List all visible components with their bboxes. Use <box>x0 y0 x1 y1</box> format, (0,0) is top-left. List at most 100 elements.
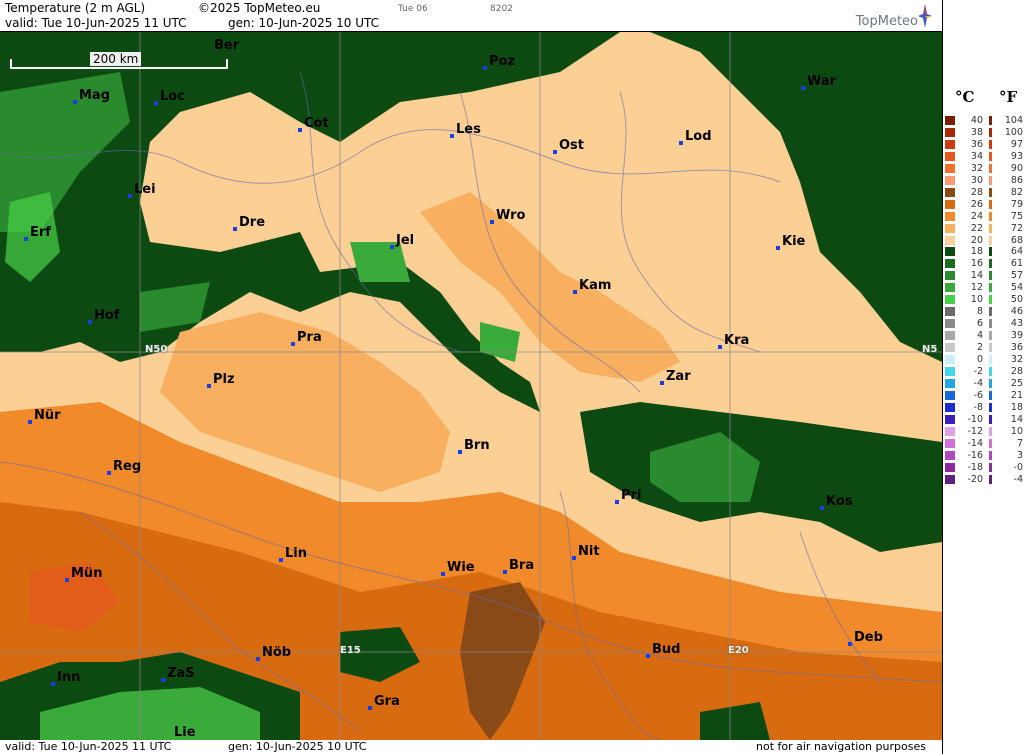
legend-swatch <box>945 283 955 293</box>
legend-swatch-f <box>989 474 992 484</box>
legend-swatch <box>945 116 955 125</box>
city-erf[interactable]: Erf <box>24 225 51 241</box>
city-ost[interactable]: Ost <box>553 138 584 154</box>
city-kos[interactable]: Kos <box>820 494 853 510</box>
city-lie[interactable]: Lie <box>174 725 196 740</box>
legend-celsius-label: -14 <box>967 437 983 449</box>
legend-celsius-label: -4 <box>973 377 983 389</box>
city-lod[interactable]: Lod <box>679 129 712 145</box>
city-les[interactable]: Les <box>450 122 481 138</box>
brand-name: TopMeteo <box>855 14 918 29</box>
city-nit[interactable]: Nit <box>572 544 600 560</box>
header-bar: Temperature (2 m AGL) ©2025 TopMeteo.eu … <box>0 0 942 32</box>
city-deb[interactable]: Deb <box>848 630 883 646</box>
legend-row: -12 10 <box>943 426 1033 437</box>
city-kam[interactable]: Kam <box>573 278 611 294</box>
legend-swatch <box>945 211 955 221</box>
city-bud[interactable]: Bud <box>646 642 680 658</box>
legend-swatch-f <box>989 414 992 424</box>
legend-swatch <box>945 450 955 460</box>
legend-swatch-f <box>989 378 992 388</box>
legend-swatch-f <box>989 438 992 448</box>
city-brn[interactable]: Brn <box>458 438 490 454</box>
legend-swatch-f <box>989 462 992 472</box>
legend-swatch-f <box>989 175 992 185</box>
city-dre[interactable]: Dre <box>233 215 265 231</box>
city-kie[interactable]: Kie <box>776 234 805 250</box>
city-hof[interactable]: Hof <box>88 308 119 324</box>
city-reg[interactable]: Reg <box>107 459 141 475</box>
city-zas[interactable]: ZaS <box>161 666 195 682</box>
legend-row: 30 86 <box>943 174 1033 186</box>
legend-celsius-label: 30 <box>970 174 983 186</box>
legend-celsius-label: 18 <box>970 246 983 258</box>
city-pra[interactable]: Pra <box>291 330 322 346</box>
legend-swatch-f <box>989 355 992 364</box>
legend-row: -2 28 <box>943 365 1033 377</box>
legend-celsius-label: 24 <box>970 210 983 222</box>
city-mun[interactable]: Mün <box>65 566 102 582</box>
city-lin[interactable]: Lin <box>279 546 307 562</box>
city-wie[interactable]: Wie <box>441 560 475 576</box>
city-gra[interactable]: Gra <box>368 694 400 710</box>
legend-row: -18 -0 <box>943 461 1033 473</box>
legend-swatch <box>945 438 955 448</box>
legend-celsius-label: 36 <box>970 138 983 150</box>
legend-fahrenheit-label: 46 <box>1010 306 1023 318</box>
legend-celsius-label: -20 <box>967 473 983 485</box>
legend-swatch-f <box>989 331 992 341</box>
city-nob[interactable]: Nöb <box>256 645 291 661</box>
city-mag[interactable]: Mag <box>73 88 110 104</box>
legend-fahrenheit-label: 14 <box>1010 413 1023 425</box>
legend-fahrenheit-label: -0 <box>1013 461 1023 473</box>
city-lei[interactable]: Lei <box>128 182 156 198</box>
city-war[interactable]: War <box>801 74 836 90</box>
legend-celsius-label: 0 <box>976 354 983 365</box>
legend-swatch <box>945 175 955 185</box>
legend-swatch-f <box>989 295 992 305</box>
legend-swatch <box>945 474 955 484</box>
city-loc[interactable]: Loc <box>154 89 185 105</box>
topmeteo-logo[interactable]: TopMeteo <box>822 4 932 30</box>
legend-fahrenheit-label: 36 <box>1010 342 1023 354</box>
legend-row: -14 7 <box>943 437 1033 449</box>
legend-row: 10 50 <box>943 294 1033 305</box>
legend-swatch <box>945 247 955 257</box>
legend-swatch-f <box>989 307 992 317</box>
city-ber[interactable]: Ber <box>214 38 239 53</box>
footer-generated-time: gen: 10-Jun-2025 10 UTC <box>228 740 367 753</box>
city-inn[interactable]: Inn <box>51 670 80 686</box>
legend-celsius-label: 16 <box>970 258 983 270</box>
legend-fahrenheit-label: 43 <box>1010 318 1023 330</box>
lon-e15: E15 <box>340 645 361 656</box>
legend-fahrenheit-label: 86 <box>1010 174 1023 186</box>
legend-fahrenheit-label: 28 <box>1010 365 1023 377</box>
legend-swatch <box>945 127 955 137</box>
legend-row: -10 14 <box>943 413 1033 425</box>
legend-swatch <box>945 319 955 329</box>
legend-swatch-f <box>989 223 992 233</box>
city-pri[interactable]: Pri <box>615 488 641 504</box>
city-jel[interactable]: Jel <box>390 233 414 249</box>
legend-celsius-label: 22 <box>970 222 983 234</box>
city-zar[interactable]: Zar <box>660 369 691 385</box>
disclaimer: not for air navigation purposes <box>756 740 926 753</box>
city-wro[interactable]: Wro <box>490 208 525 224</box>
city-kra[interactable]: Kra <box>718 333 749 349</box>
footer-valid-time: valid: Tue 10-Jun-2025 11 UTC <box>5 740 172 753</box>
city-cot[interactable]: Cot <box>298 116 329 132</box>
temperature-map[interactable]: 200 km N50 N5 E15 E20 Ber Poz War Mag Lo… <box>0 32 942 740</box>
city-poz[interactable]: Poz <box>483 54 515 70</box>
legend-row: 2 36 <box>943 342 1033 354</box>
legend-fahrenheit-label: 61 <box>1010 258 1023 270</box>
legend-swatch <box>945 271 955 281</box>
legend-swatch-f <box>989 211 992 221</box>
city-bra[interactable]: Bra <box>503 558 534 574</box>
city-nur[interactable]: Nür <box>28 408 61 424</box>
legend-fahrenheit-label: 32 <box>1010 354 1023 365</box>
legend-swatch-f <box>989 247 992 257</box>
legend-swatch <box>945 331 955 341</box>
legend-swatch <box>945 295 955 305</box>
legend-row: 8 46 <box>943 306 1033 318</box>
city-plz[interactable]: Plz <box>207 372 235 388</box>
